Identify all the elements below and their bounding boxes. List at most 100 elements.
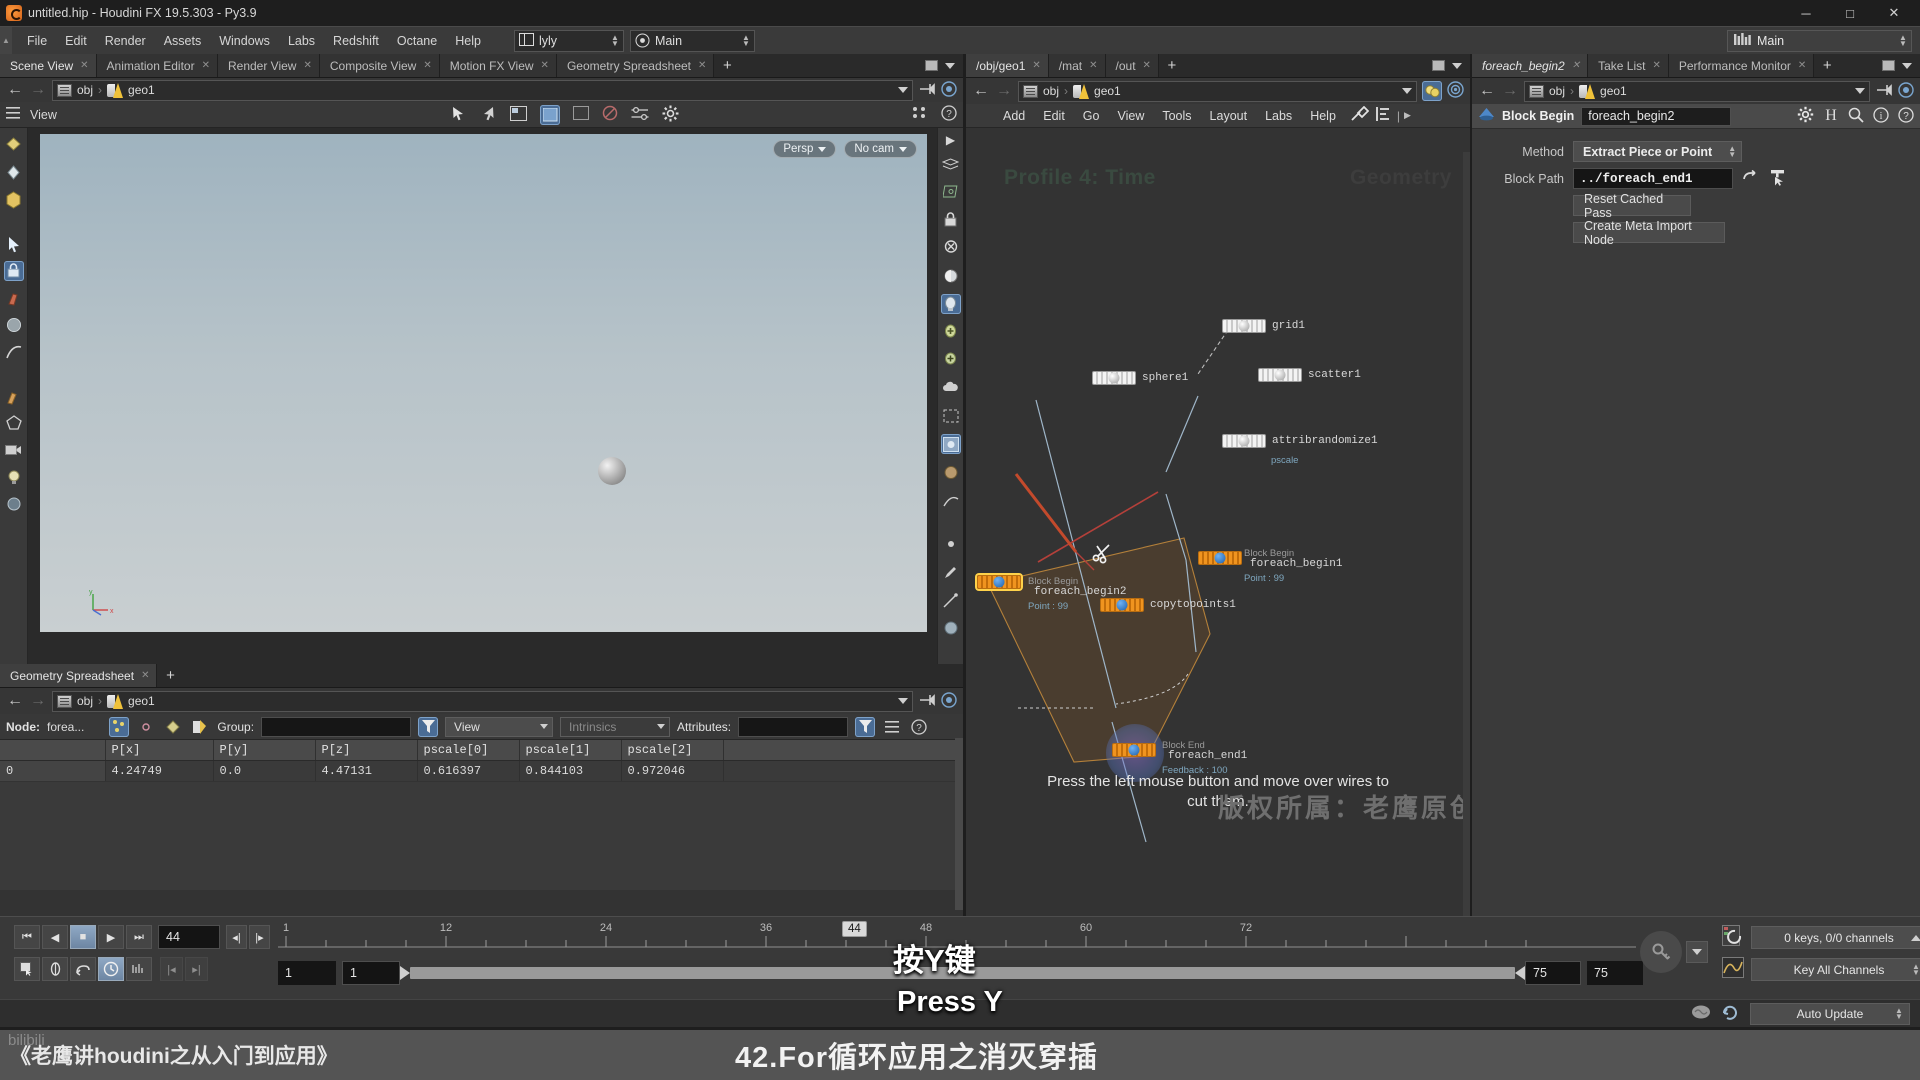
audio-icon[interactable]: [42, 957, 68, 981]
menu-windows[interactable]: Windows: [210, 31, 279, 51]
realtime-toggle-icon[interactable]: [98, 957, 124, 981]
param-info-icon[interactable]: i: [1873, 106, 1889, 126]
network-path-field[interactable]: obj › geo1: [1018, 80, 1417, 102]
net-menu-go[interactable]: Go: [1074, 107, 1109, 125]
minimize-button[interactable]: ─: [1784, 0, 1828, 26]
menu-render[interactable]: Render: [96, 31, 155, 51]
nav-back-icon[interactable]: ←: [6, 81, 24, 99]
tab-composite-view[interactable]: Composite View ✕: [319, 54, 440, 77]
selection-mask-icon[interactable]: [941, 182, 961, 202]
node-body[interactable]: [1258, 368, 1302, 382]
param-path-dropdown-icon[interactable]: [1855, 88, 1865, 94]
key-mode-spinner[interactable]: ▲ ▼: [1910, 962, 1920, 976]
tab-mat[interactable]: /mat ✕: [1048, 54, 1106, 77]
net-path-dropdown-icon[interactable]: [1402, 88, 1412, 94]
gs-add-tab-button[interactable]: +: [157, 664, 183, 687]
global-end-input[interactable]: 75: [1587, 961, 1643, 985]
tab-take-list[interactable]: Take List ✕: [1588, 54, 1669, 77]
handle-lock-icon[interactable]: [3, 261, 24, 281]
refresh-icon[interactable]: [1722, 1004, 1740, 1023]
param-pin-icon[interactable]: [1875, 83, 1893, 100]
next-key-button[interactable]: ▸|: [185, 957, 208, 981]
menu-labs[interactable]: Labs: [279, 31, 324, 51]
panel-maximize-icon[interactable]: [925, 60, 938, 71]
lock-icon[interactable]: [941, 210, 961, 230]
handle-tool-icon[interactable]: [480, 105, 497, 125]
network-snapshot-icon[interactable]: [1422, 81, 1442, 101]
net-menu-view[interactable]: View: [1108, 107, 1153, 125]
tab-close-icon[interactable]: ✕: [80, 60, 88, 71]
gs-col-px[interactable]: P[x]: [105, 740, 214, 761]
snapping-toggle-icon[interactable]: [540, 104, 560, 125]
playback-start-input[interactable]: 1: [342, 961, 400, 985]
sun-light-icon[interactable]: [941, 350, 961, 370]
table-row[interactable]: 0 4.24749 0.0 4.47131 0.616397 0.844103 …: [0, 760, 963, 782]
viewport-help-icon[interactable]: ?: [941, 105, 957, 124]
network-panel-menu-icon[interactable]: [1452, 62, 1462, 69]
network-tools-icon[interactable]: [1351, 105, 1370, 125]
layout-combo-spinner[interactable]: ▲ ▼: [609, 33, 621, 47]
net-crumb-geo1[interactable]: geo1: [1094, 84, 1121, 98]
net-crumb-obj[interactable]: obj: [1043, 84, 1059, 98]
gs-path-field[interactable]: obj › geo1: [52, 690, 913, 712]
tab-close-icon[interactable]: ✕: [303, 60, 311, 71]
keyframe-display-icon[interactable]: [126, 957, 152, 981]
menu-help[interactable]: Help: [446, 31, 490, 51]
tab-close-icon[interactable]: ✕: [423, 60, 431, 71]
crumb-geo1[interactable]: geo1: [128, 83, 155, 97]
animation-curve-icon[interactable]: [1722, 957, 1746, 982]
menu-edit[interactable]: Edit: [56, 31, 96, 51]
desktop-selector[interactable]: Main ▲ ▼: [1727, 29, 1912, 52]
net-menu-edit[interactable]: Edit: [1034, 107, 1074, 125]
memory-icon[interactable]: [1691, 1004, 1713, 1023]
measure-icon[interactable]: [941, 590, 961, 610]
light-bulb-icon[interactable]: [4, 467, 24, 487]
gs-col-pscale0[interactable]: pscale[0]: [417, 740, 520, 761]
lamp-icon[interactable]: [4, 136, 24, 156]
persp-badge[interactable]: Persp: [773, 140, 837, 158]
gs-options-icon[interactable]: [882, 717, 902, 737]
jump-to-end-button[interactable]: ⏭: [126, 925, 152, 949]
node-body[interactable]: [1100, 598, 1144, 612]
tab-close-icon[interactable]: ✕: [1032, 60, 1040, 71]
brush-icon[interactable]: [4, 386, 24, 406]
param-target-icon[interactable]: [1898, 81, 1914, 101]
keys-channels-status[interactable]: 0 keys, 0/0 channels: [1751, 926, 1920, 949]
gs-attributes-input[interactable]: [738, 716, 849, 737]
param-nav-back-icon[interactable]: ←: [1478, 82, 1496, 100]
menu-redshift[interactable]: Redshift: [324, 31, 388, 51]
tab-animation-editor[interactable]: Animation Editor ✕: [96, 54, 218, 77]
tab-foreach-begin2[interactable]: foreach_begin2 ✕: [1472, 54, 1589, 77]
node-foreach-end1[interactable]: [1112, 743, 1156, 757]
no-snap-icon[interactable]: [602, 105, 618, 124]
channel-list-icon[interactable]: [1722, 925, 1746, 950]
gs-nav-back-icon[interactable]: ←: [6, 692, 24, 710]
jump-to-start-button[interactable]: ⏮: [14, 925, 40, 949]
node-body[interactable]: [1092, 371, 1136, 385]
set-key-button[interactable]: [1640, 931, 1682, 973]
nav-forward-icon[interactable]: →: [29, 81, 47, 99]
volume-icon[interactable]: [4, 494, 24, 514]
camera-badge[interactable]: No cam: [844, 140, 917, 158]
auto-update-spinner[interactable]: ▲ ▼: [1893, 1006, 1905, 1020]
network-vertical-scrollbar[interactable]: [1463, 152, 1470, 916]
viewport-menu-icon[interactable]: [6, 106, 22, 123]
menu-file[interactable]: File: [18, 31, 56, 51]
panel-menu-icon[interactable]: [945, 62, 955, 69]
gs-path-dropdown-icon[interactable]: [898, 698, 908, 704]
auto-update-select[interactable]: Auto Update ▲ ▼: [1750, 1002, 1910, 1025]
param-method-menu[interactable]: Extract Piece or Point ▲ ▼: [1573, 141, 1743, 162]
network-canvas[interactable]: Profile 4: Time Geometry grid1 scatter1 …: [966, 152, 1470, 916]
param-revert-icon[interactable]: [1742, 169, 1759, 188]
node-attribrandomize1[interactable]: attribrandomize1: [1222, 434, 1378, 448]
network-panel-maximize-icon[interactable]: [1432, 60, 1445, 71]
node-copytopoints1[interactable]: copytopoints1: [1100, 598, 1236, 612]
current-frame-flag[interactable]: 44: [842, 921, 867, 937]
param-path-field[interactable]: obj › geo1: [1524, 80, 1870, 102]
current-frame-input[interactable]: 44: [158, 925, 220, 949]
gs-help-icon[interactable]: ?: [909, 717, 929, 737]
tab-performance-monitor[interactable]: Performance Monitor ✕: [1668, 54, 1815, 77]
desktop-combo-spinner[interactable]: ▲ ▼: [740, 33, 752, 47]
step-forward-button[interactable]: |▸: [249, 925, 270, 949]
pen-tool-icon[interactable]: [941, 562, 961, 582]
